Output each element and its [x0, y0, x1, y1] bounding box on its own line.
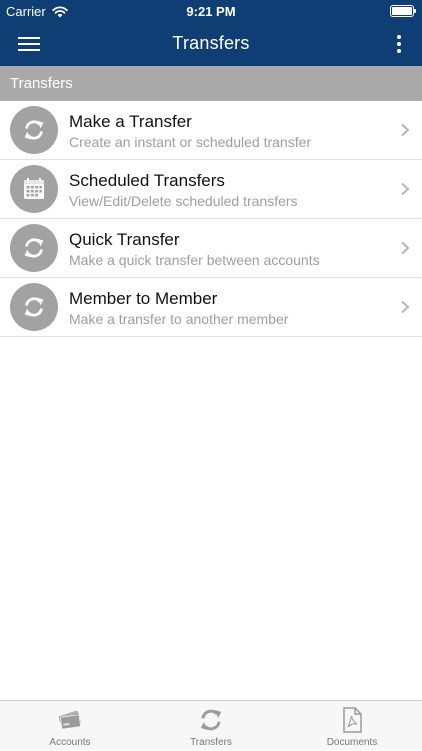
- battery-level: [392, 7, 412, 15]
- list-item-make-a-transfer[interactable]: Make a Transfer Create an instant or sch…: [0, 101, 422, 160]
- calendar-icon: [10, 165, 58, 213]
- list-item-member-to-member[interactable]: Member to Member Make a transfer to anot…: [0, 278, 422, 337]
- transfer-options-list: Make a Transfer Create an instant or sch…: [0, 101, 422, 337]
- tab-bar: Accounts Transfers Documents: [0, 700, 422, 750]
- tab-label: Documents: [326, 737, 378, 748]
- list-item-quick-transfer[interactable]: Quick Transfer Make a quick transfer bet…: [0, 219, 422, 278]
- list-item-subtitle: Make a transfer to another member: [69, 311, 289, 327]
- tab-documents[interactable]: Documents: [282, 701, 422, 751]
- status-bar: Carrier 9:21 PM: [0, 0, 422, 22]
- battery-icon: [390, 5, 416, 17]
- vertical-ellipsis-icon[interactable]: [390, 33, 408, 55]
- list-item-subtitle: View/Edit/Delete scheduled transfers: [69, 193, 298, 209]
- tab-label: Transfers: [190, 737, 232, 748]
- chevron-right-icon: [401, 300, 410, 314]
- list-item-title: Quick Transfer: [69, 230, 180, 249]
- list-item-title: Member to Member: [69, 289, 218, 308]
- list-item-subtitle: Make a quick transfer between accounts: [69, 252, 320, 268]
- tab-accounts[interactable]: Accounts: [0, 701, 140, 751]
- chevron-right-icon: [401, 241, 410, 255]
- transfer-arrows-icon: [200, 709, 222, 731]
- chevron-right-icon: [401, 182, 410, 196]
- transfer-arrows-icon: [10, 106, 58, 154]
- list-item-scheduled-transfers[interactable]: Scheduled Transfers View/Edit/Delete sch…: [0, 160, 422, 219]
- section-header: Transfers: [0, 66, 422, 101]
- app-header: Carrier 9:21 PM Transfers: [0, 0, 422, 66]
- page-title: Transfers: [172, 33, 250, 53]
- status-time: 9:21 PM: [186, 4, 236, 19]
- tab-transfers[interactable]: Transfers: [141, 701, 281, 751]
- transfer-arrows-icon: [10, 224, 58, 272]
- chevron-right-icon: [401, 123, 410, 137]
- cards-icon: [58, 710, 81, 730]
- pdf-document-icon: [343, 707, 362, 733]
- navigation-bar: Transfers: [0, 22, 422, 66]
- list-item-title: Scheduled Transfers: [69, 171, 225, 190]
- list-item-subtitle: Create an instant or scheduled transfer: [69, 134, 312, 150]
- transfer-arrows-icon: [10, 283, 58, 331]
- tab-label: Accounts: [49, 737, 91, 748]
- list-item-title: Make a Transfer: [69, 112, 192, 131]
